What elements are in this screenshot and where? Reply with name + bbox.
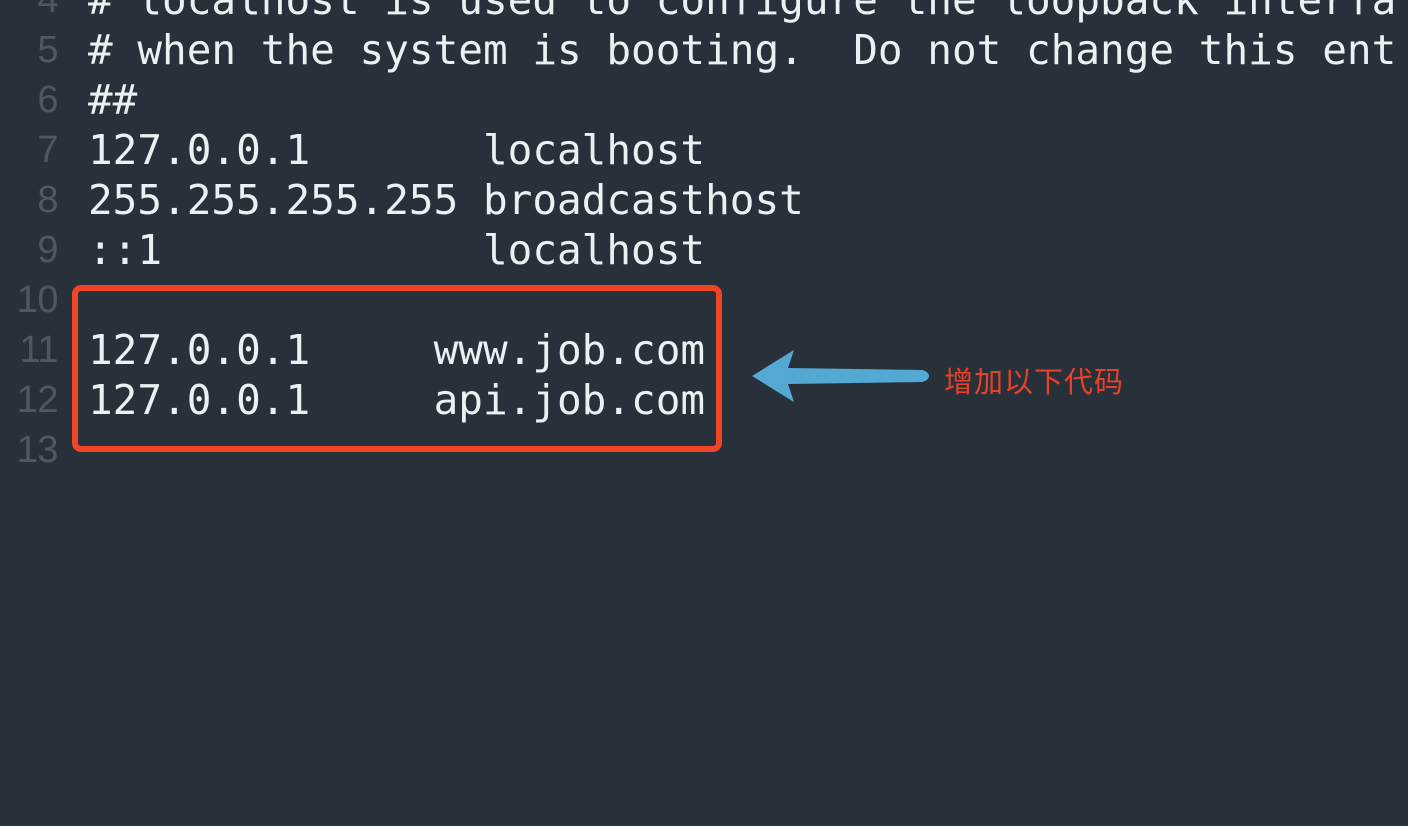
- line-number: 10: [16, 279, 59, 321]
- line-number: 8: [37, 179, 58, 221]
- code-line: ##: [88, 76, 138, 124]
- line-number: 12: [16, 379, 59, 421]
- code-line: # when the system is booting. Do not cha…: [88, 26, 1397, 74]
- code-line: # localhost is used to configure the loo…: [88, 0, 1397, 24]
- code-line: 127.0.0.1 api.job.com: [88, 376, 706, 424]
- line-number: 6: [37, 79, 58, 121]
- line-number: 11: [19, 329, 59, 371]
- code-editor-pane: 4 5 6 7 8 9 10 11 12 13 # localhost is u…: [0, 0, 1408, 826]
- code-line: 127.0.0.1 localhost: [88, 126, 706, 174]
- line-number: 9: [37, 229, 58, 271]
- arrow-left-icon: [752, 350, 929, 402]
- annotation-note-text: 增加以下代码: [944, 365, 1125, 399]
- code-text-area[interactable]: # localhost is used to configure the loo…: [88, 0, 1408, 826]
- code-line: ::1 localhost: [88, 226, 706, 274]
- code-line: 255.255.255.255 broadcasthost: [88, 176, 804, 224]
- line-number: 5: [37, 29, 58, 71]
- line-number: 4: [37, 0, 58, 21]
- line-number: 13: [16, 429, 59, 471]
- code-line: 127.0.0.1 www.job.com: [88, 326, 706, 374]
- line-number: 7: [37, 129, 58, 171]
- line-number-gutter: 4 5 6 7 8 9 10 11 12 13: [0, 0, 59, 826]
